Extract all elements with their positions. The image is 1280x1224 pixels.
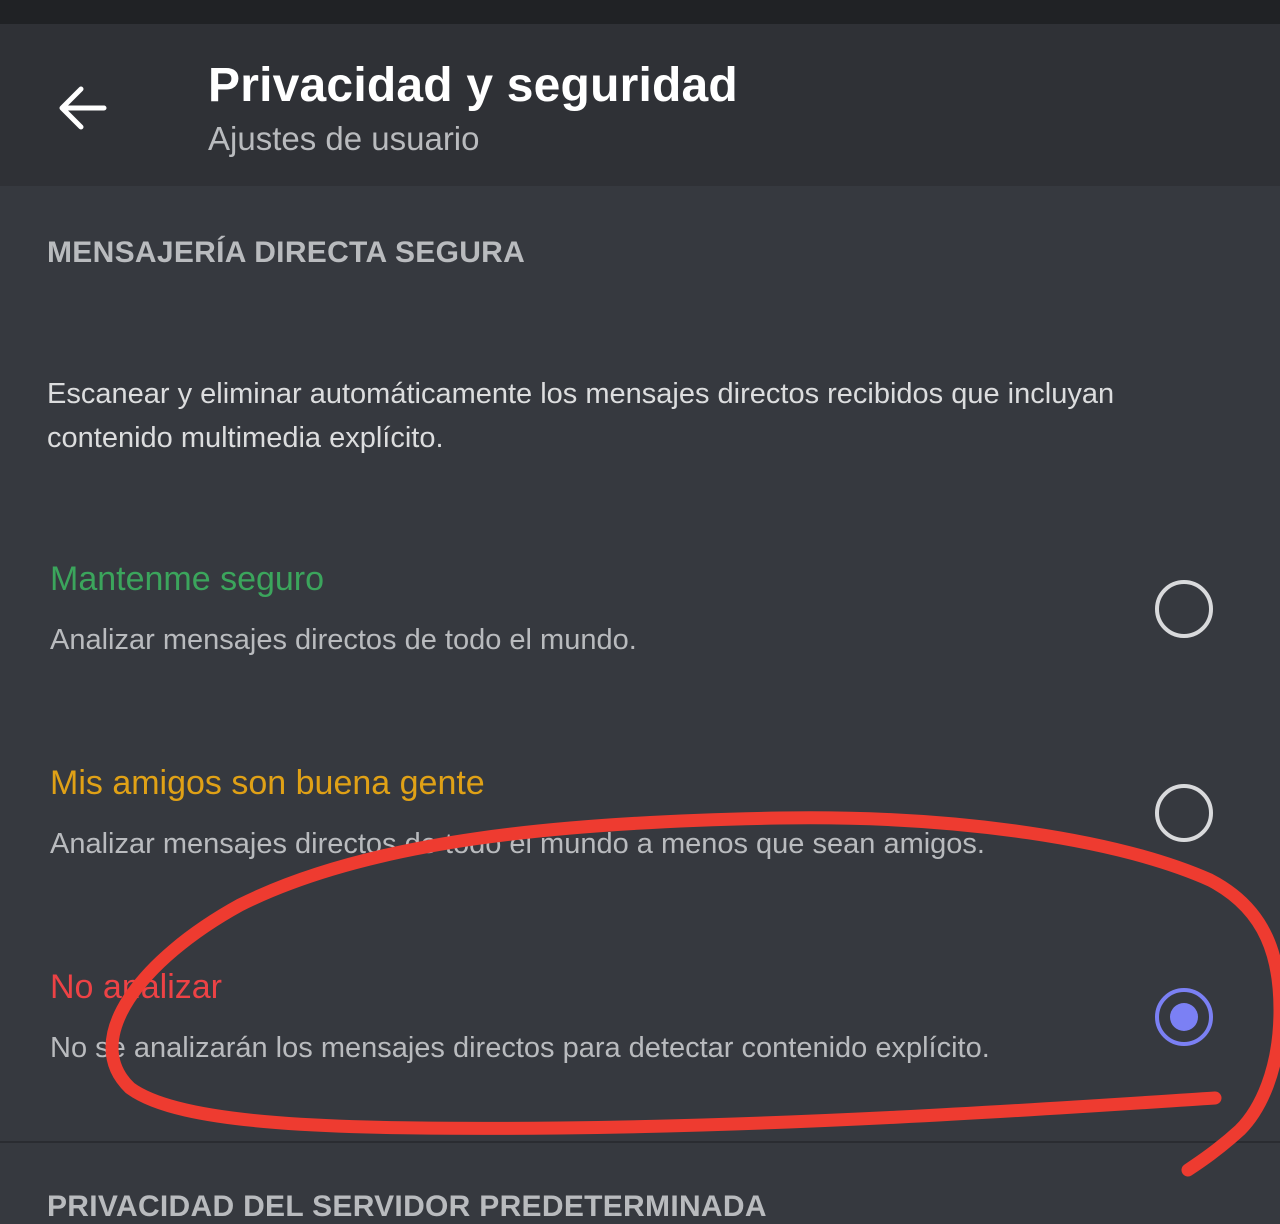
radio-button-unchecked[interactable] — [1155, 580, 1213, 638]
option-subtitle: Analizar mensajes directos de todo el mu… — [50, 624, 637, 656]
option-title: Mis amigos son buena gente — [50, 764, 485, 802]
radio-dot — [1170, 1003, 1198, 1031]
option-subtitle: No se analizarán los mensajes directos p… — [50, 1032, 990, 1064]
option-title: No analizar — [50, 968, 222, 1006]
radio-button-checked[interactable] — [1155, 988, 1213, 1046]
status-bar — [0, 0, 1280, 24]
back-button[interactable] — [48, 80, 116, 136]
section-heading-server-privacy: PRIVACIDAD DEL SERVIDOR PREDETERMINADA — [47, 1190, 767, 1223]
section-divider — [0, 1141, 1280, 1143]
app-header: Privacidad y seguridad Ajustes de usuari… — [0, 24, 1280, 186]
page-subtitle: Ajustes de usuario — [208, 120, 480, 157]
page-title: Privacidad y seguridad — [208, 59, 738, 112]
option-do-not-scan[interactable]: No analizar No se analizarán los mensaje… — [0, 968, 1280, 1148]
radio-button-unchecked[interactable] — [1155, 784, 1213, 842]
option-subtitle: Analizar mensajes directos de todo el mu… — [50, 828, 985, 860]
section-heading-secure-dm: MENSAJERÍA DIRECTA SEGURA — [47, 236, 526, 269]
section-description: Escanear y eliminar automáticamente los … — [47, 378, 1115, 454]
option-keep-me-safe[interactable]: Mantenme seguro Analizar mensajes direct… — [0, 560, 1280, 740]
option-friends-are-nice[interactable]: Mis amigos son buena gente Analizar mens… — [0, 764, 1280, 944]
option-title: Mantenme seguro — [50, 560, 325, 598]
arrow-left-icon — [59, 86, 107, 130]
